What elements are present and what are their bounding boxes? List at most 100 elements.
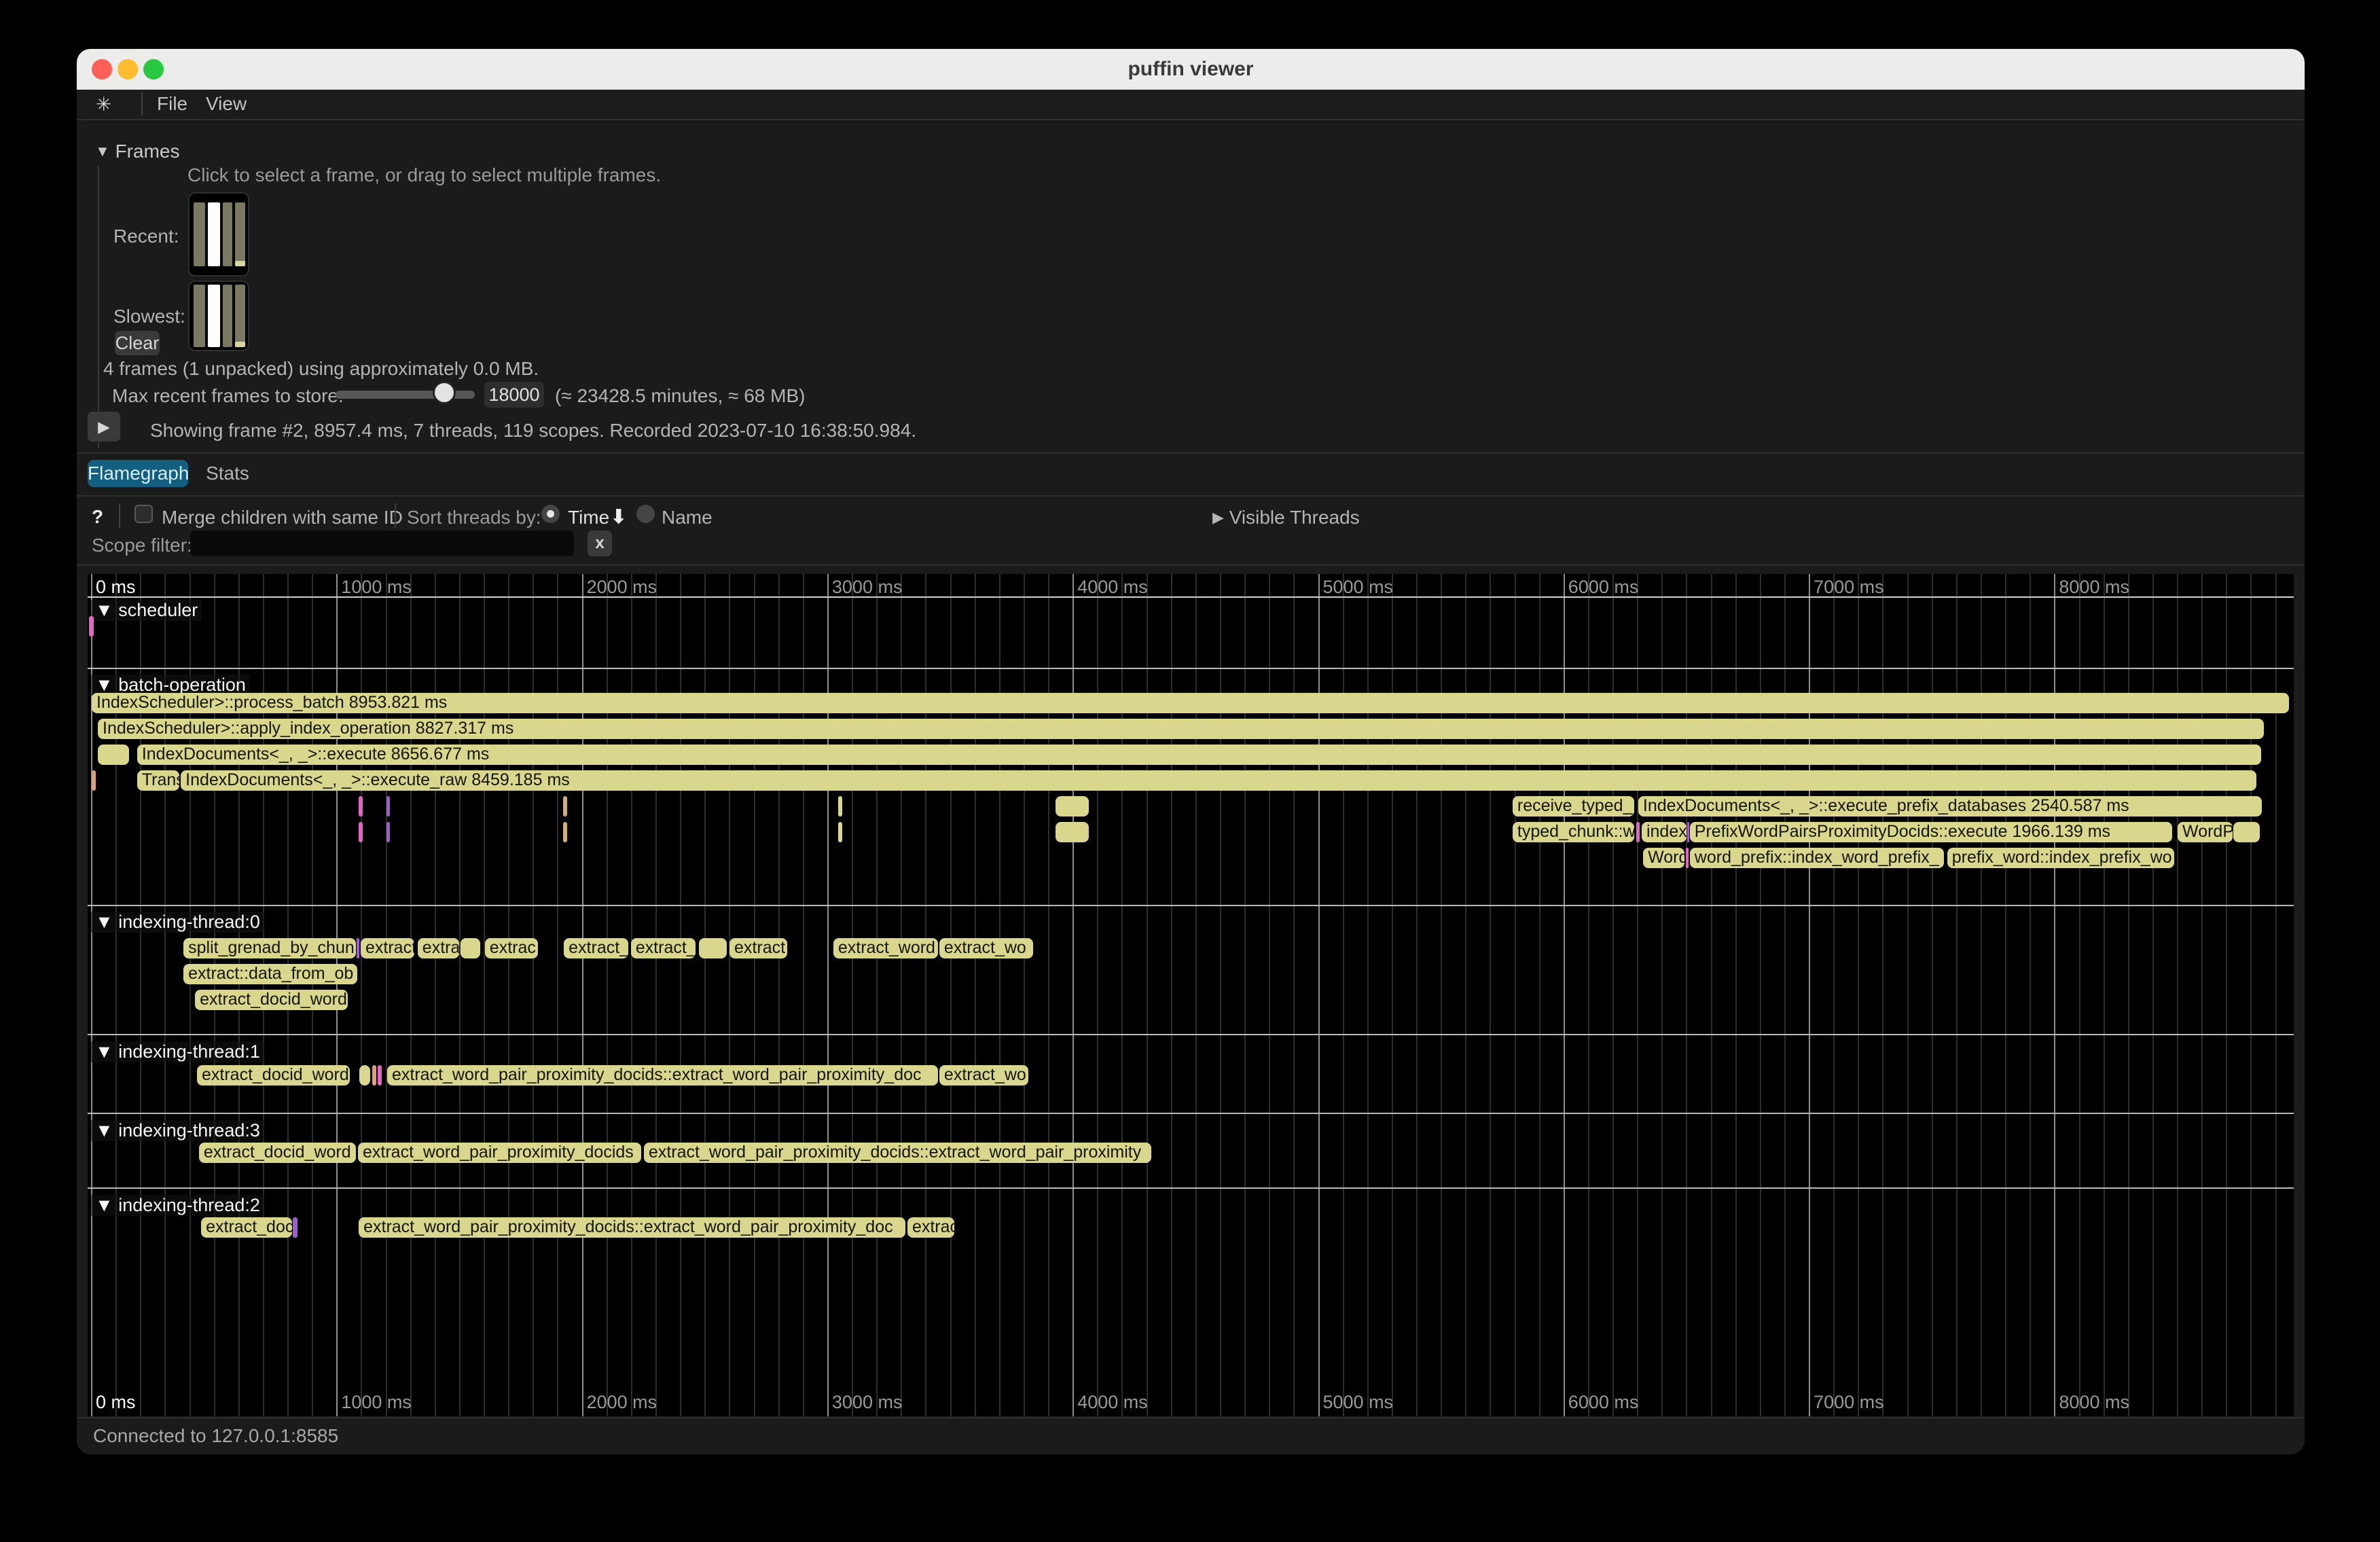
visible-threads-header[interactable]: ▶ Visible Threads	[1212, 507, 1360, 528]
scope-bar[interactable]: IndexDocuments<_, _>::execute 8656.677 m…	[137, 745, 2262, 765]
clear-frames-button[interactable]: Clear	[115, 331, 160, 355]
scope-bar[interactable]: extract_word	[833, 938, 938, 958]
scope-bar-small[interactable]	[378, 1065, 382, 1086]
scope-bar[interactable]: PrefixWordPairsProximityDocids::execute …	[1690, 822, 2172, 842]
scope-bar[interactable]: typed_chunk::w	[1513, 822, 1634, 842]
scope-bar-small[interactable]	[386, 796, 390, 817]
scope-bar-small[interactable]	[699, 938, 727, 958]
scope-bar-small[interactable]	[92, 770, 96, 791]
max-frames-slider-knob[interactable]	[433, 381, 456, 404]
scope-bar-small[interactable]	[1686, 848, 1689, 868]
scope-bar-small[interactable]	[838, 796, 842, 817]
thread-header-indexing-thread:1[interactable]: ▼ indexing-thread:1	[91, 1041, 264, 1062]
scope-bar-small[interactable]	[359, 1065, 370, 1086]
tab-flamegraph[interactable]: Flamegraph	[88, 460, 188, 487]
menu-file[interactable]: File	[157, 93, 187, 115]
frame-bar-selected[interactable]	[208, 285, 220, 347]
scope-bar[interactable]: extract_docid_word	[199, 1143, 356, 1163]
scope-bar[interactable]: word_prefix::index_word_prefix_	[1690, 848, 1944, 868]
scope-bar[interactable]: prefix_word::index_prefix_wo	[1947, 848, 2174, 868]
scope-bar-small[interactable]	[357, 938, 359, 958]
time-axis-label: 7000 ms	[1814, 577, 1884, 598]
theme-toggle-icon[interactable]: ✳	[96, 93, 111, 115]
sort-name-radio[interactable]	[636, 505, 655, 523]
thread-header-scheduler[interactable]: ▼ scheduler	[91, 600, 202, 621]
scope-bar-small[interactable]	[461, 938, 480, 958]
sort-direction-arrow-icon[interactable]: ⬇	[611, 505, 626, 528]
scope-bar-small[interactable]	[1056, 822, 1089, 842]
thread-header-indexing-thread:2[interactable]: ▼ indexing-thread:2	[91, 1195, 264, 1216]
scope-bar-small[interactable]	[2233, 822, 2260, 842]
sort-name-label[interactable]: Name	[662, 507, 713, 528]
sort-time-label[interactable]: Time	[568, 507, 609, 528]
scope-bar[interactable]: extract_word_pair_proximity_docids	[358, 1143, 641, 1163]
frame-bar[interactable]	[235, 202, 245, 266]
tab-stats[interactable]: Stats	[202, 460, 253, 487]
scope-bar-small[interactable]	[359, 822, 363, 842]
merge-children-label[interactable]: Merge children with same ID	[162, 507, 403, 528]
scope-bar[interactable]: IndexDocuments<_, _>::execute_raw 8459.1…	[181, 770, 2256, 791]
frame-bar[interactable]	[194, 285, 205, 347]
max-frames-value[interactable]: 18000	[484, 382, 544, 408]
scope-bar[interactable]: Word	[1643, 848, 1684, 868]
frame-bar-selected[interactable]	[208, 202, 220, 266]
scope-bar-small[interactable]	[838, 822, 842, 842]
frame-bar[interactable]	[223, 285, 232, 347]
scope-bar[interactable]: Trans	[137, 770, 179, 791]
scope-bar-small[interactable]	[1636, 822, 1640, 842]
scope-bar-small[interactable]	[89, 616, 94, 636]
scope-bar[interactable]: receive_typed_	[1513, 796, 1634, 817]
scope-bar[interactable]: extract_	[564, 938, 628, 958]
scope-bar[interactable]: extract_	[631, 938, 696, 958]
scope-bar[interactable]: extract_doc	[201, 1217, 292, 1238]
scope-bar[interactable]: extract_wo	[939, 938, 1033, 958]
help-button[interactable]: ?	[92, 506, 103, 528]
scope-bar[interactable]: extract_word_pair_proximity_docids::extr…	[359, 1217, 905, 1238]
scope-bar[interactable]: WordPr	[2178, 822, 2233, 842]
thread-header-indexing-thread:0[interactable]: ▼ indexing-thread:0	[91, 912, 264, 933]
scope-bar-small[interactable]	[563, 796, 567, 817]
scope-bar[interactable]: extra	[418, 938, 459, 958]
scope-bar[interactable]: extrac	[907, 1217, 954, 1238]
scope-bar[interactable]: extract_wo	[939, 1065, 1028, 1086]
scope-bar-small[interactable]	[98, 745, 129, 765]
scope-bar[interactable]: split_grenad_by_chun	[183, 938, 356, 958]
time-axis-label: 6000 ms	[1568, 577, 1639, 598]
scope-bar[interactable]: extract_word_pair_proximity_docids::extr…	[387, 1065, 938, 1086]
menu-divider	[141, 92, 143, 115]
scope-filter-input[interactable]	[190, 531, 574, 556]
menu-view[interactable]: View	[206, 93, 247, 115]
scope-bar[interactable]: extrac	[485, 938, 538, 958]
scope-bar[interactable]: IndexDocuments<_, _>::execute_prefix_dat…	[1638, 796, 2262, 817]
frame-bar[interactable]	[194, 202, 205, 266]
time-axis-label: 3000 ms	[832, 1392, 903, 1413]
scope-bar[interactable]: extract	[729, 938, 787, 958]
sort-time-radio[interactable]	[541, 505, 560, 523]
play-button[interactable]: ▶	[88, 412, 120, 442]
frame-bar[interactable]	[223, 202, 232, 266]
frame-bar[interactable]	[235, 285, 245, 347]
scope-bar[interactable]: index	[1642, 822, 1687, 842]
scope-bar-small[interactable]	[359, 796, 363, 817]
scope-bar[interactable]: extract_docid_word	[197, 1065, 350, 1086]
scope-bar-small[interactable]	[293, 1217, 298, 1238]
scope-bar-small[interactable]	[1056, 796, 1089, 817]
scope-bar[interactable]: extract	[361, 938, 414, 958]
scope-bar-small[interactable]	[386, 822, 390, 842]
frames-collapse-header[interactable]: ▼ Frames	[95, 141, 179, 162]
flamegraph-canvas[interactable]: 0 ms0 ms1000 ms1000 ms2000 ms2000 ms3000…	[88, 574, 2294, 1416]
time-axis-label: 3000 ms	[832, 577, 903, 598]
scope-bar[interactable]: extract::data_from_ob	[183, 964, 357, 984]
scope-bar[interactable]: extract_docid_word	[195, 990, 348, 1010]
scope-bar[interactable]: IndexScheduler>::apply_index_operation 8…	[98, 719, 2264, 739]
scope-bar-small[interactable]	[1687, 822, 1689, 842]
recent-frames-thumbnail[interactable]	[188, 192, 249, 276]
clear-filter-button[interactable]: x	[588, 531, 612, 556]
thread-header-indexing-thread:3[interactable]: ▼ indexing-thread:3	[91, 1120, 264, 1141]
scope-bar-small[interactable]	[563, 822, 567, 842]
merge-children-checkbox[interactable]	[134, 505, 153, 523]
scope-bar[interactable]: extract_word_pair_proximity_docids::extr…	[644, 1143, 1151, 1163]
scope-bar-small[interactable]	[372, 1065, 376, 1086]
scope-bar[interactable]: IndexScheduler>::process_batch 8953.821 …	[92, 693, 2289, 713]
slowest-frames-thumbnail[interactable]	[188, 281, 249, 351]
